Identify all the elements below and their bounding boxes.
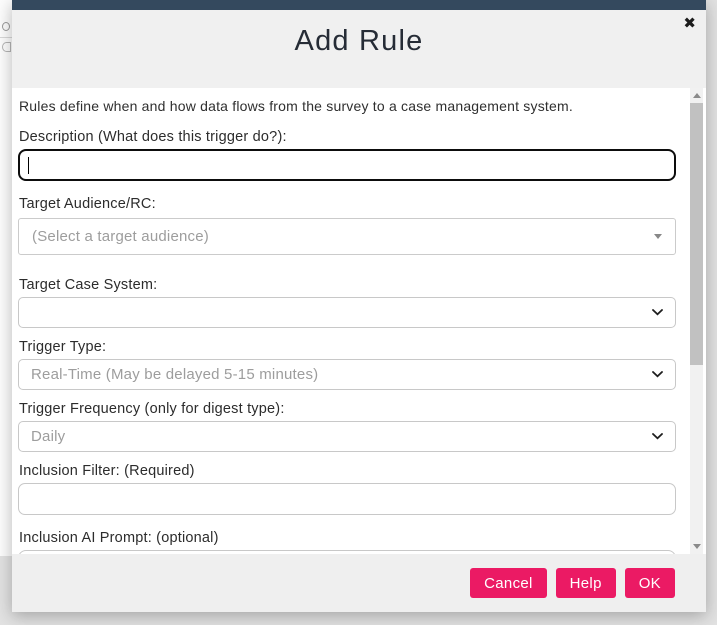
trigger-type-selected-value: Real-Time (May be delayed 5-15 minutes) [31,366,319,383]
chevron-down-icon [652,371,663,378]
trigger-frequency-label: Trigger Frequency (only for digest type)… [19,401,285,417]
chevron-down-icon [652,309,663,316]
modal-footer: Cancel Help OK [12,554,706,612]
inclusion-ai-prompt-label: Inclusion AI Prompt: (optional) [19,530,219,546]
background-fragment [0,37,12,38]
target-audience-select[interactable]: (Select a target audience) [18,218,676,255]
scrollbar-down-arrow-icon[interactable] [690,540,703,553]
dropdown-arrow-icon [654,234,662,239]
trigger-type-label: Trigger Type: [19,339,107,355]
help-button[interactable]: Help [555,568,616,598]
ok-button[interactable]: OK [624,568,675,598]
target-case-system-select[interactable] [18,297,676,328]
background-fragment [2,42,11,52]
trigger-frequency-select[interactable]: Daily [18,421,676,452]
description-label: Description (What does this trigger do?)… [19,129,287,145]
target-audience-selected-value: (Select a target audience) [32,228,209,245]
modal-header: Add Rule ✖ [12,10,706,88]
target-audience-label: Target Audience/RC: [19,196,156,212]
text-caret [28,156,29,174]
scrollbar-up-arrow-icon[interactable] [690,89,703,102]
scrollbar-thumb[interactable] [690,103,703,365]
background-fragment [2,22,10,31]
cancel-button[interactable]: Cancel [470,568,547,598]
modal-title: Add Rule [294,25,424,57]
add-rule-modal: Add Rule ✖ Rules define when and how dat… [12,0,706,612]
description-input[interactable] [18,149,676,181]
chevron-down-icon [652,433,663,440]
modal-body: Rules define when and how data flows fro… [12,88,706,554]
close-icon[interactable]: ✖ [683,16,696,31]
modal-scrollbar[interactable] [690,88,703,554]
modal-top-accent-bar [12,0,706,10]
trigger-frequency-selected-value: Daily [31,428,66,445]
trigger-type-select[interactable]: Real-Time (May be delayed 5-15 minutes) [18,359,676,390]
inclusion-filter-label: Inclusion Filter: (Required) [19,463,195,479]
inclusion-filter-input[interactable] [18,483,676,515]
intro-text: Rules define when and how data flows fro… [19,98,573,114]
target-case-system-label: Target Case System: [19,277,158,293]
background-page-sliver [0,0,12,556]
inclusion-ai-prompt-textarea[interactable] [18,550,676,554]
